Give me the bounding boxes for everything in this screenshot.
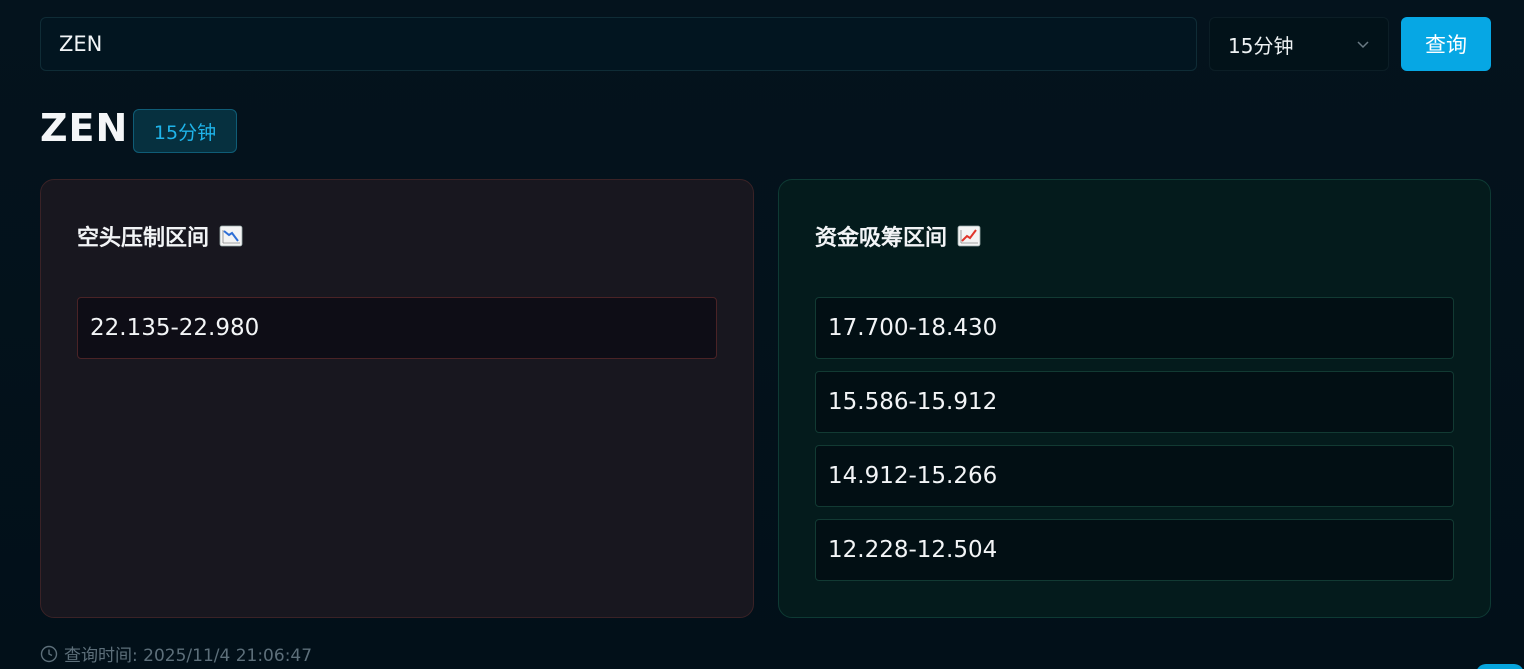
symbol-title: ZEN [40,106,129,150]
scroll-top-button[interactable] [1476,664,1524,669]
bull-panel-title-text: 资金吸筹区间 [815,226,948,251]
interval-select[interactable]: 15分钟 [1209,17,1389,71]
bull-panel-title: 资金吸筹区间 [815,220,981,252]
clock-icon [40,645,58,662]
bull-zone-item: 14.912-15.266 [815,445,1454,507]
bull-zone-item: 15.586-15.912 [815,371,1454,433]
bear-panel-title-text: 空头压制区间 [77,226,210,251]
interval-select-value: 15分钟 [1228,33,1294,58]
query-button[interactable]: 查询 [1401,17,1491,71]
chevron-down-icon [1357,41,1369,49]
bull-accumulation-panel: 资金吸筹区间 17.700-18.430 15.586-15.912 14.91… [778,179,1491,618]
bear-zone-item: 22.135-22.980 [77,297,717,359]
query-time: 查询时间: 2025/11/4 21:06:47 [40,641,312,666]
bear-resistance-panel: 空头压制区间 22.135-22.980 [40,179,754,618]
bull-zone-item: 12.228-12.504 [815,519,1454,581]
query-time-text: 查询时间: 2025/11/4 21:06:47 [64,646,313,666]
interval-badge: 15分钟 [133,109,237,153]
bull-zone-item: 17.700-18.430 [815,297,1454,359]
bear-panel-title: 空头压制区间 [77,220,243,252]
symbol-search-input[interactable] [40,17,1197,71]
page: 15分钟 查询 ZEN 15分钟 空头压制区间 22.135-22.980 资金… [0,0,1524,669]
chart-increasing-icon [957,225,981,247]
chart-decreasing-icon [219,225,243,247]
